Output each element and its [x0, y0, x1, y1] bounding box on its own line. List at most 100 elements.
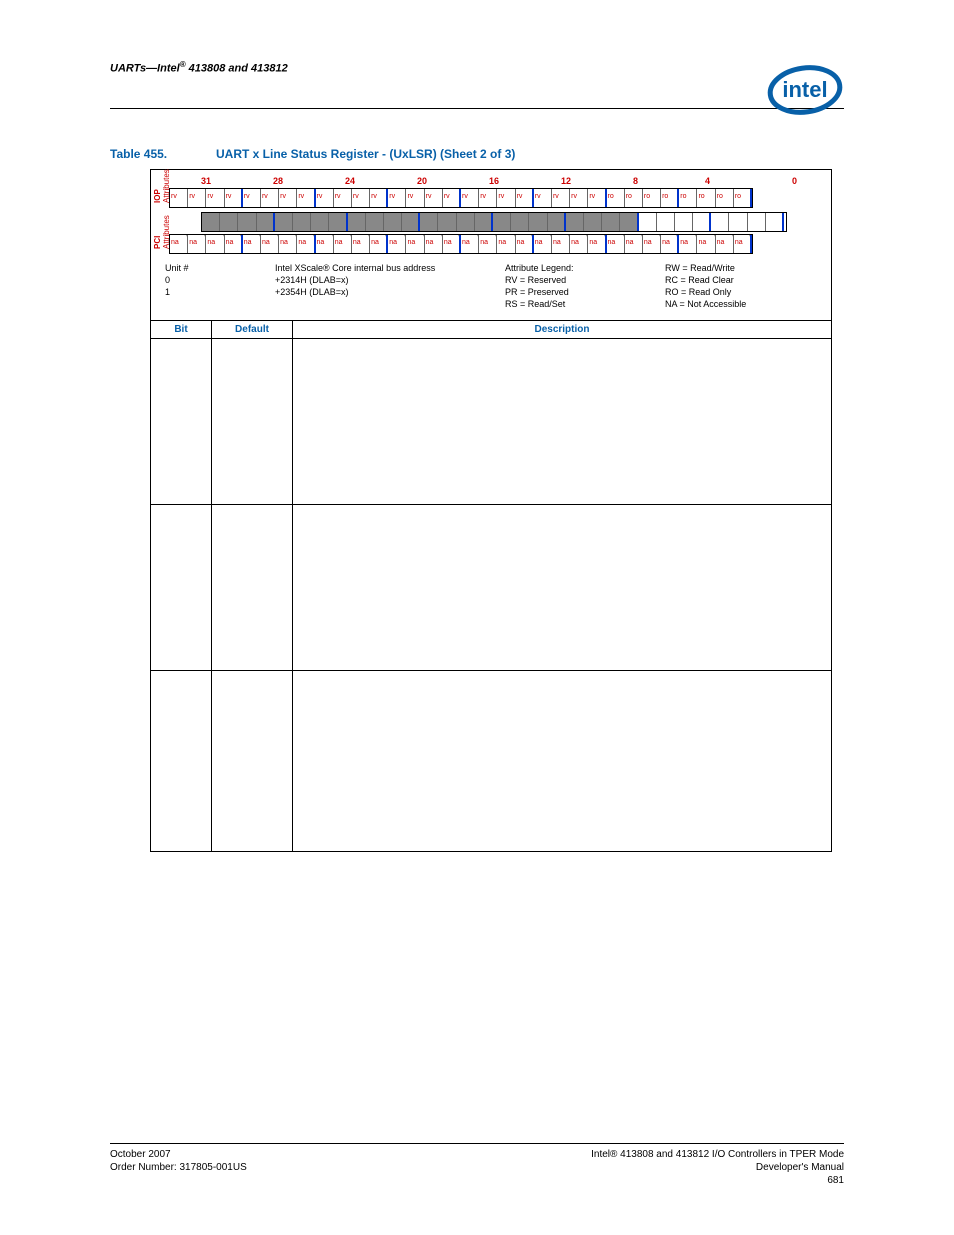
pci-attr-cell: na	[497, 235, 515, 253]
iop-attr-cell: ro	[607, 189, 625, 207]
shade-cell	[493, 213, 511, 231]
iop-attr-cell: rv	[479, 189, 497, 207]
pci-attr-cell: na	[279, 235, 297, 253]
shade-cell	[475, 213, 493, 231]
shade-cell	[220, 213, 238, 231]
shade-cell	[257, 213, 275, 231]
iop-attr-cell: rv	[225, 189, 243, 207]
pci-attr-cell: na	[461, 235, 479, 253]
shade-cell	[238, 213, 256, 231]
iop-attr-cell: rv	[206, 189, 224, 207]
shade-cell	[693, 213, 711, 231]
attribute-legend-column: Attribute Legend: RV = Reserved PR = Pre…	[505, 262, 635, 310]
bit-number: 31	[201, 176, 273, 186]
pci-attr-cell: na	[479, 235, 497, 253]
iop-attr-cell: rv	[588, 189, 606, 207]
pci-attr-cell: na	[297, 235, 315, 253]
table-number: Table 455.	[110, 147, 216, 161]
legend-row: Unit # 0 1 Intel XScale® Core internal b…	[157, 262, 821, 316]
footer-right: Intel® 413808 and 413812 I/O Controllers…	[591, 1148, 844, 1187]
shade-cell	[548, 213, 566, 231]
pci-attr-cell: na	[352, 235, 370, 253]
iop-attr-cell: rv	[170, 189, 188, 207]
table-row	[151, 505, 831, 671]
pci-attr-cell: na	[206, 235, 224, 253]
pci-attr-cell: na	[552, 235, 570, 253]
bit-number: 28	[273, 176, 345, 186]
pci-axis-label: PCIAttributes	[153, 239, 171, 249]
iop-attr-row: rvrvrvrvrvrvrvrvrvrvrvrvrvrvrvrvrvrvrvrv…	[169, 188, 753, 208]
shade-cell	[402, 213, 420, 231]
shade-cell	[366, 213, 384, 231]
bit-number: 12	[561, 176, 633, 186]
svg-text:intel: intel	[782, 77, 827, 102]
iop-attr-cell: rv	[316, 189, 334, 207]
pci-attr-cell: na	[516, 235, 534, 253]
iop-attr-cell: rv	[516, 189, 534, 207]
header-products: 413808 and 413812	[189, 63, 288, 75]
bit-numbers-row: 312824201612840	[201, 176, 821, 186]
pci-attr-cell: na	[625, 235, 643, 253]
pci-attr-row: nananananananananananananananananananana…	[169, 234, 753, 254]
iop-attr-cell: rv	[352, 189, 370, 207]
shade-cell	[639, 213, 657, 231]
iop-attr-cell: rv	[552, 189, 570, 207]
shade-cell	[602, 213, 620, 231]
pci-attr-cell: na	[443, 235, 461, 253]
pci-attr-cell: na	[607, 235, 625, 253]
shade-cell	[202, 213, 220, 231]
shade-cell	[293, 213, 311, 231]
col-description: Description	[293, 321, 831, 338]
footer-left: October 2007 Order Number: 317805-001US	[110, 1148, 247, 1187]
table-row	[151, 671, 831, 851]
shade-cell	[657, 213, 675, 231]
header-section: UARTs—Intel	[110, 63, 180, 75]
iop-attr-cell: ro	[679, 189, 697, 207]
iop-attr-cell: rv	[406, 189, 424, 207]
pci-attr-cell: na	[716, 235, 734, 253]
pci-attr-cell: na	[425, 235, 443, 253]
shade-cell	[348, 213, 366, 231]
pci-attr-cell: na	[316, 235, 334, 253]
bit-number: 20	[417, 176, 489, 186]
pci-attr-cell: na	[661, 235, 679, 253]
header-section-text: UARTs—Intel® 413808 and 413812	[110, 50, 288, 75]
intel-logo-icon: intel	[766, 62, 844, 118]
iop-attributes-block: IOPAttributes rvrvrvrvrvrvrvrvrvrvrvrvrv…	[157, 188, 821, 208]
iop-attr-cell: ro	[643, 189, 661, 207]
iop-attr-cell: ro	[697, 189, 715, 207]
shade-cell	[711, 213, 729, 231]
shade-cell	[329, 213, 347, 231]
bit-number: 24	[345, 176, 417, 186]
bit-number: 8	[633, 176, 705, 186]
shade-cell	[766, 213, 784, 231]
pci-attr-cell: na	[243, 235, 261, 253]
iop-attr-cell: rv	[461, 189, 479, 207]
pci-attr-cell: na	[334, 235, 352, 253]
table-caption: UART x Line Status Register - (UxLSR) (S…	[216, 147, 515, 161]
pci-attr-cell: na	[697, 235, 715, 253]
pci-attr-cell: na	[188, 235, 206, 253]
shade-cell	[511, 213, 529, 231]
iop-attr-cell: rv	[570, 189, 588, 207]
iop-attr-cell: rv	[261, 189, 279, 207]
iop-attr-cell: ro	[625, 189, 643, 207]
page-footer: October 2007 Order Number: 317805-001US …	[110, 1143, 844, 1187]
shade-cell	[584, 213, 602, 231]
iop-attr-cell: rv	[334, 189, 352, 207]
shade-cell	[384, 213, 402, 231]
pci-attr-cell: na	[734, 235, 752, 253]
pci-attr-cell: na	[170, 235, 188, 253]
pci-attr-cell: na	[370, 235, 388, 253]
iop-axis-label: IOPAttributes	[153, 193, 171, 203]
iop-attr-cell: ro	[716, 189, 734, 207]
register-shade-row	[201, 212, 787, 232]
shade-cell	[566, 213, 584, 231]
pci-attributes-block: PCIAttributes nanananananananananananana…	[157, 234, 821, 254]
register-diagram-box: 312824201612840 IOPAttributes rvrvrvrvrv…	[150, 169, 832, 852]
shade-cell	[529, 213, 547, 231]
table-header-row: Bit Default Description	[151, 320, 831, 339]
pci-attr-cell: na	[679, 235, 697, 253]
iop-attr-cell: rv	[243, 189, 261, 207]
shade-cell	[457, 213, 475, 231]
